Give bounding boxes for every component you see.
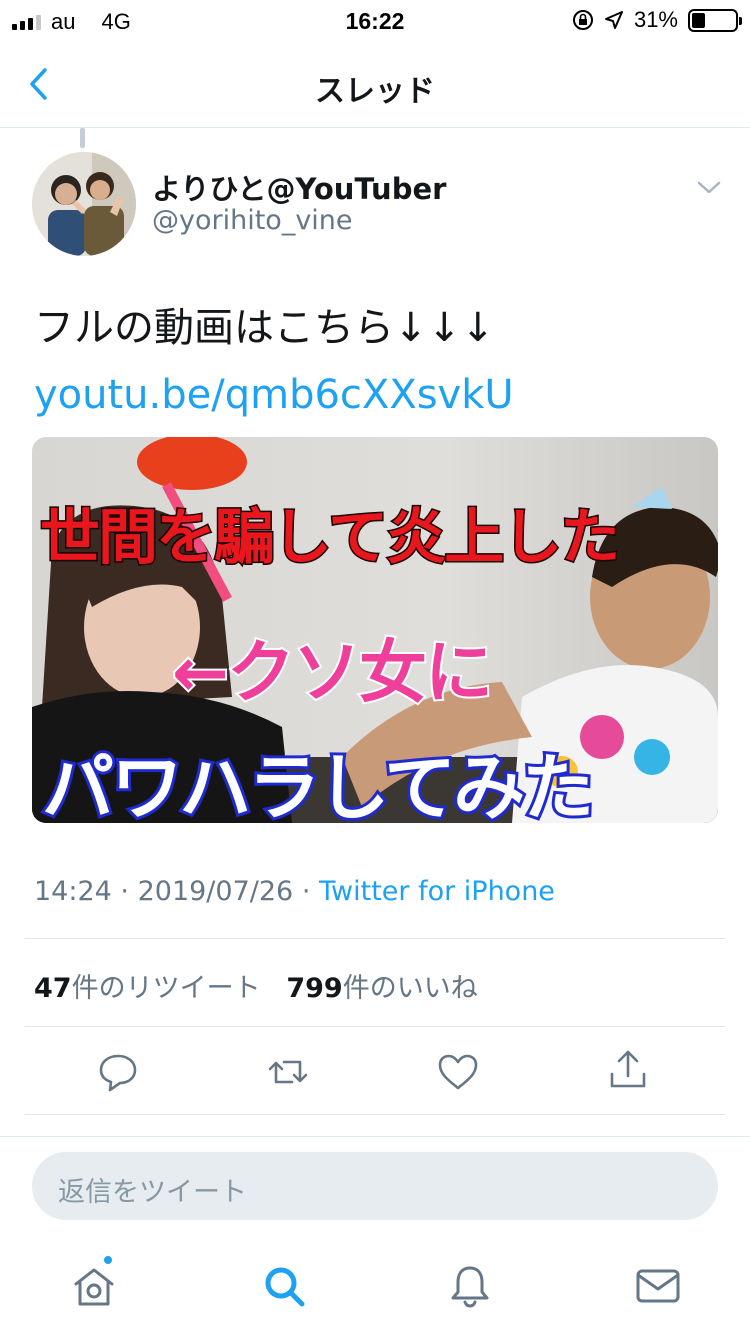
navigation-bar: スレッド — [0, 40, 750, 128]
location-arrow-icon — [604, 11, 623, 29]
messages-icon[interactable] — [634, 1262, 682, 1310]
new-content-dot — [102, 1254, 114, 1266]
retweet-icon[interactable] — [266, 1050, 310, 1094]
tweet-stats: 47件のリツイート 799件のいいね — [34, 966, 478, 1005]
thread-connector-line — [80, 128, 85, 148]
battery-percent: 31% — [633, 7, 678, 32]
retweet-stat[interactable]: 47件のリツイート — [34, 973, 261, 1004]
tweet-text: フルの動画はこちら↓↓↓ — [34, 305, 495, 351]
tweet-date: 2019/07/26 — [137, 876, 294, 907]
divider — [25, 1026, 725, 1027]
divider — [25, 938, 725, 939]
search-icon[interactable] — [260, 1262, 308, 1310]
reply-input[interactable]: 返信をツイート — [32, 1152, 718, 1220]
divider — [0, 1136, 750, 1137]
media-caption-line3: パワハラしてみた — [39, 743, 597, 823]
like-count: 799 — [286, 973, 343, 1004]
reply-icon[interactable] — [96, 1050, 140, 1094]
home-icon[interactable] — [70, 1262, 118, 1310]
like-stat[interactable]: 799件のいいね — [286, 973, 477, 1004]
author-name[interactable]: よりひと@YouTuber — [152, 166, 446, 208]
avatar[interactable] — [32, 152, 136, 256]
tweet-time: 14:24 — [34, 876, 112, 907]
status-right: 31% — [572, 7, 742, 33]
like-icon[interactable] — [436, 1050, 480, 1094]
reply-placeholder: 返信をツイート — [58, 1177, 247, 1208]
status-bar: au 4G 16:22 31% — [0, 0, 750, 40]
like-label: 件のいいね — [342, 973, 478, 1004]
media-thumbnail[interactable]: 世間を騙して炎上した ←クソ女に パワハラしてみた — [32, 437, 718, 823]
media-caption-line2: ←クソ女に — [170, 632, 495, 715]
avatar-photo — [32, 152, 136, 256]
tweet-source-link[interactable]: Twitter for iPhone — [319, 876, 555, 907]
tweet-meta: 14:24 · 2019/07/26 · Twitter for iPhone — [34, 876, 555, 907]
retweet-count: 47 — [34, 973, 72, 1004]
retweet-label: 件のリツイート — [71, 973, 261, 1004]
chevron-down-icon[interactable] — [694, 176, 724, 200]
meta-separator: · — [120, 876, 129, 907]
orientation-lock-icon — [572, 10, 593, 30]
meta-separator: · — [301, 876, 311, 907]
author-handle[interactable]: @yorihito_vine — [152, 205, 353, 236]
tweet-link[interactable]: youtu.be/qmb6cXXsvkU — [34, 372, 514, 418]
notifications-icon[interactable] — [446, 1262, 494, 1310]
battery-icon — [688, 8, 742, 32]
share-icon[interactable] — [606, 1048, 650, 1092]
divider — [25, 1114, 725, 1115]
page-title: スレッド — [315, 74, 435, 109]
media-caption-line1: 世間を騙して炎上した — [39, 502, 622, 575]
